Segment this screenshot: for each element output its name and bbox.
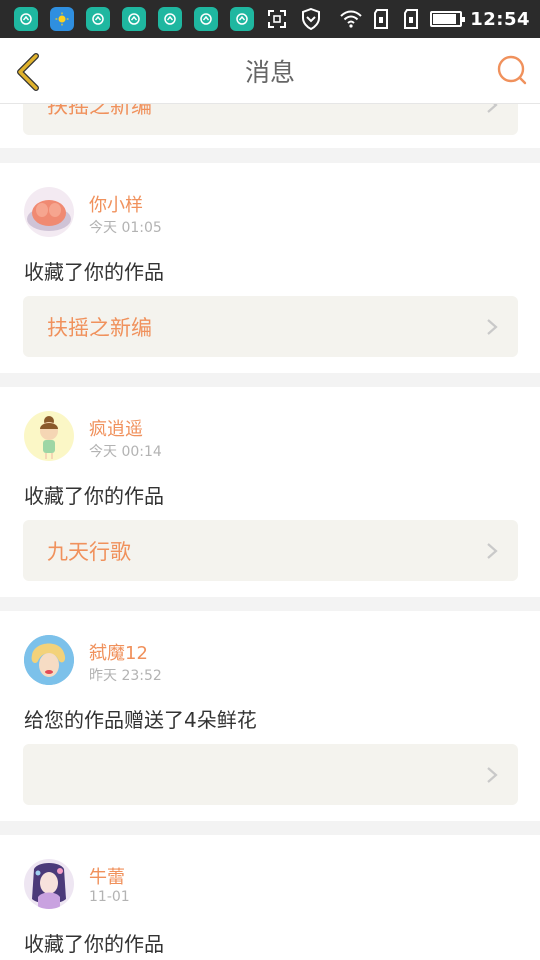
sim-card-icon	[370, 8, 392, 30]
system-status: 12:54	[340, 8, 530, 30]
wifi-icon	[340, 8, 362, 30]
app-notification-icon	[194, 7, 218, 31]
page-title: 消息	[244, 57, 295, 87]
battery-level	[433, 14, 457, 24]
action-text: 给您的作品赠送了4朵鲜花	[24, 708, 257, 732]
user-name[interactable]: 弑魔12	[89, 639, 148, 665]
work-link[interactable]: 九天行歌	[23, 520, 518, 581]
app-notification-icon	[86, 7, 110, 31]
chevron-right-icon	[487, 543, 498, 559]
notification-icons	[14, 7, 340, 31]
weather-icon	[50, 7, 74, 31]
message-card: 牛蕾 11-01 收藏了你的作品	[0, 835, 540, 960]
status-bar: 12:54	[0, 0, 540, 38]
avatar[interactable]	[24, 635, 74, 685]
chevron-right-icon	[487, 767, 498, 783]
search-icon	[497, 55, 527, 85]
action-text: 收藏了你的作品	[24, 932, 164, 956]
sim-card-icon	[400, 8, 422, 30]
chevron-right-icon	[487, 319, 498, 335]
app-notification-icon	[122, 7, 146, 31]
action-text: 收藏了你的作品	[24, 260, 164, 284]
message-time: 今天 01:05	[89, 220, 162, 236]
user-name[interactable]: 你小样	[89, 191, 143, 217]
message-card: 疯逍遥 今天 00:14 收藏了你的作品 九天行歌	[0, 387, 540, 597]
message-time: 今天 00:14	[89, 444, 162, 460]
clock: 12:54	[470, 8, 530, 30]
avatar[interactable]	[24, 859, 74, 909]
message-card: 弑魔12 昨天 23:52 给您的作品赠送了4朵鲜花	[0, 611, 540, 821]
work-link[interactable]	[23, 744, 518, 805]
work-title: 扶摇之新编	[47, 315, 152, 340]
avatar[interactable]	[24, 411, 74, 461]
chevron-left-icon	[17, 53, 39, 91]
screenshot-icon	[266, 8, 288, 30]
user-name[interactable]: 疯逍遥	[89, 415, 143, 441]
avatar[interactable]	[24, 187, 74, 237]
app-header: 消息	[0, 38, 540, 104]
app-notification-icon	[14, 7, 38, 31]
message-time: 昨天 23:52	[89, 668, 162, 684]
message-card: 你小样 今天 01:05 收藏了你的作品 扶摇之新编	[0, 163, 540, 373]
message-time: 11-01	[89, 889, 130, 905]
shield-icon	[300, 8, 322, 30]
work-link[interactable]: 扶摇之新编	[23, 296, 518, 357]
battery-icon	[430, 11, 466, 27]
back-button[interactable]	[12, 52, 46, 92]
search-button[interactable]	[496, 54, 528, 86]
app-notification-icon	[158, 7, 182, 31]
app-notification-icon	[230, 7, 254, 31]
work-title: 九天行歌	[47, 539, 131, 564]
action-text: 收藏了你的作品	[24, 484, 164, 508]
user-name[interactable]: 牛蕾	[89, 863, 125, 889]
